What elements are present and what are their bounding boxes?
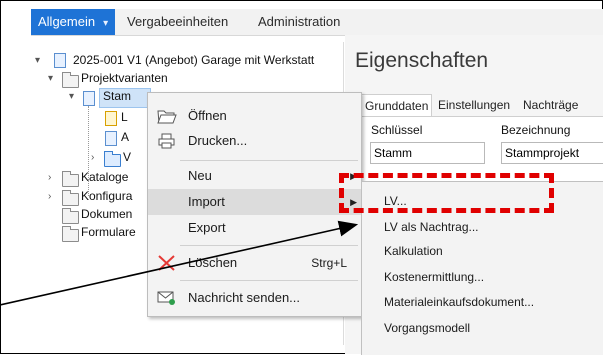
annotation-arrow <box>0 220 359 306</box>
